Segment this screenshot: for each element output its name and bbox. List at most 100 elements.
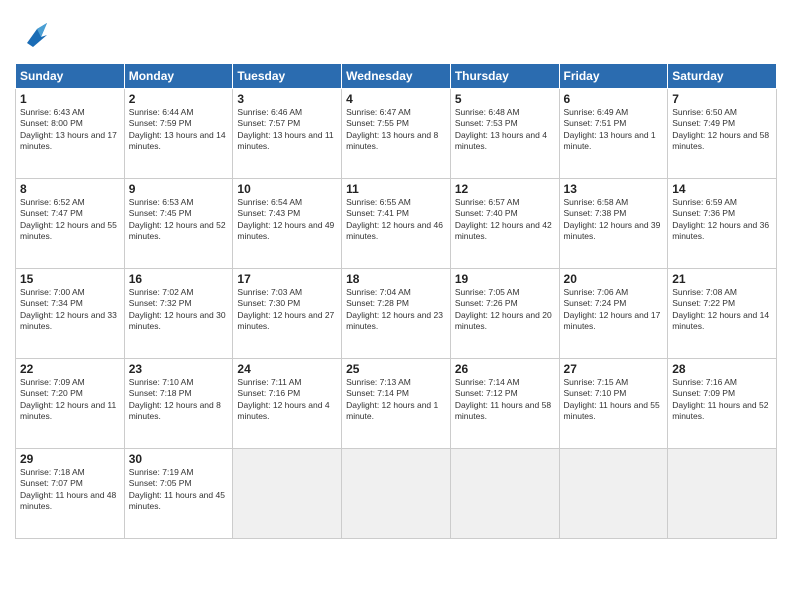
day-number: 24 [237, 362, 337, 376]
day-info: Sunrise: 7:09 AMSunset: 7:20 PMDaylight:… [20, 377, 120, 423]
logo [15, 15, 57, 53]
day-number: 11 [346, 182, 446, 196]
day-info: Sunrise: 7:15 AMSunset: 7:10 PMDaylight:… [564, 377, 664, 423]
calendar-week-3: 15 Sunrise: 7:00 AMSunset: 7:34 PMDaylig… [16, 269, 777, 359]
day-number: 30 [129, 452, 229, 466]
day-info: Sunrise: 7:08 AMSunset: 7:22 PMDaylight:… [672, 287, 772, 333]
calendar-cell [233, 449, 342, 539]
calendar-cell [450, 449, 559, 539]
day-info: Sunrise: 7:02 AMSunset: 7:32 PMDaylight:… [129, 287, 229, 333]
day-number: 17 [237, 272, 337, 286]
calendar-cell: 16 Sunrise: 7:02 AMSunset: 7:32 PMDaylig… [124, 269, 233, 359]
day-number: 15 [20, 272, 120, 286]
calendar-cell: 14 Sunrise: 6:59 AMSunset: 7:36 PMDaylig… [668, 179, 777, 269]
day-info: Sunrise: 6:54 AMSunset: 7:43 PMDaylight:… [237, 197, 337, 243]
calendar-header-row: SundayMondayTuesdayWednesdayThursdayFrid… [16, 64, 777, 89]
day-info: Sunrise: 7:05 AMSunset: 7:26 PMDaylight:… [455, 287, 555, 333]
calendar-cell: 4 Sunrise: 6:47 AMSunset: 7:55 PMDayligh… [342, 89, 451, 179]
day-number: 19 [455, 272, 555, 286]
calendar-header-friday: Friday [559, 64, 668, 89]
day-info: Sunrise: 7:13 AMSunset: 7:14 PMDaylight:… [346, 377, 446, 423]
calendar-cell: 26 Sunrise: 7:14 AMSunset: 7:12 PMDaylig… [450, 359, 559, 449]
day-info: Sunrise: 6:46 AMSunset: 7:57 PMDaylight:… [237, 107, 337, 153]
day-info: Sunrise: 6:58 AMSunset: 7:38 PMDaylight:… [564, 197, 664, 243]
calendar-header-tuesday: Tuesday [233, 64, 342, 89]
day-info: Sunrise: 7:04 AMSunset: 7:28 PMDaylight:… [346, 287, 446, 333]
calendar-week-1: 1 Sunrise: 6:43 AMSunset: 8:00 PMDayligh… [16, 89, 777, 179]
calendar-cell: 28 Sunrise: 7:16 AMSunset: 7:09 PMDaylig… [668, 359, 777, 449]
day-number: 2 [129, 92, 229, 106]
day-number: 16 [129, 272, 229, 286]
day-info: Sunrise: 6:59 AMSunset: 7:36 PMDaylight:… [672, 197, 772, 243]
day-number: 12 [455, 182, 555, 196]
calendar-cell: 10 Sunrise: 6:54 AMSunset: 7:43 PMDaylig… [233, 179, 342, 269]
day-info: Sunrise: 6:47 AMSunset: 7:55 PMDaylight:… [346, 107, 446, 153]
calendar-cell: 17 Sunrise: 7:03 AMSunset: 7:30 PMDaylig… [233, 269, 342, 359]
calendar-cell [342, 449, 451, 539]
day-number: 10 [237, 182, 337, 196]
day-info: Sunrise: 7:00 AMSunset: 7:34 PMDaylight:… [20, 287, 120, 333]
day-number: 1 [20, 92, 120, 106]
day-number: 5 [455, 92, 555, 106]
calendar-cell: 3 Sunrise: 6:46 AMSunset: 7:57 PMDayligh… [233, 89, 342, 179]
day-info: Sunrise: 7:14 AMSunset: 7:12 PMDaylight:… [455, 377, 555, 423]
page-header [15, 15, 777, 53]
day-number: 22 [20, 362, 120, 376]
day-number: 25 [346, 362, 446, 376]
day-info: Sunrise: 7:16 AMSunset: 7:09 PMDaylight:… [672, 377, 772, 423]
day-info: Sunrise: 6:53 AMSunset: 7:45 PMDaylight:… [129, 197, 229, 243]
calendar-cell: 25 Sunrise: 7:13 AMSunset: 7:14 PMDaylig… [342, 359, 451, 449]
day-number: 9 [129, 182, 229, 196]
day-number: 28 [672, 362, 772, 376]
day-info: Sunrise: 6:44 AMSunset: 7:59 PMDaylight:… [129, 107, 229, 153]
calendar-cell: 30 Sunrise: 7:19 AMSunset: 7:05 PMDaylig… [124, 449, 233, 539]
calendar-cell: 6 Sunrise: 6:49 AMSunset: 7:51 PMDayligh… [559, 89, 668, 179]
day-info: Sunrise: 6:52 AMSunset: 7:47 PMDaylight:… [20, 197, 120, 243]
day-info: Sunrise: 6:57 AMSunset: 7:40 PMDaylight:… [455, 197, 555, 243]
day-number: 21 [672, 272, 772, 286]
calendar-cell: 20 Sunrise: 7:06 AMSunset: 7:24 PMDaylig… [559, 269, 668, 359]
day-number: 29 [20, 452, 120, 466]
day-info: Sunrise: 6:50 AMSunset: 7:49 PMDaylight:… [672, 107, 772, 153]
calendar-cell: 15 Sunrise: 7:00 AMSunset: 7:34 PMDaylig… [16, 269, 125, 359]
day-number: 14 [672, 182, 772, 196]
calendar-week-2: 8 Sunrise: 6:52 AMSunset: 7:47 PMDayligh… [16, 179, 777, 269]
day-info: Sunrise: 7:06 AMSunset: 7:24 PMDaylight:… [564, 287, 664, 333]
day-number: 4 [346, 92, 446, 106]
calendar-cell: 8 Sunrise: 6:52 AMSunset: 7:47 PMDayligh… [16, 179, 125, 269]
calendar-header-thursday: Thursday [450, 64, 559, 89]
calendar-week-4: 22 Sunrise: 7:09 AMSunset: 7:20 PMDaylig… [16, 359, 777, 449]
day-info: Sunrise: 7:18 AMSunset: 7:07 PMDaylight:… [20, 467, 120, 513]
calendar-cell: 27 Sunrise: 7:15 AMSunset: 7:10 PMDaylig… [559, 359, 668, 449]
calendar-cell [559, 449, 668, 539]
day-info: Sunrise: 7:10 AMSunset: 7:18 PMDaylight:… [129, 377, 229, 423]
calendar-cell: 24 Sunrise: 7:11 AMSunset: 7:16 PMDaylig… [233, 359, 342, 449]
calendar-cell: 5 Sunrise: 6:48 AMSunset: 7:53 PMDayligh… [450, 89, 559, 179]
calendar-cell: 22 Sunrise: 7:09 AMSunset: 7:20 PMDaylig… [16, 359, 125, 449]
day-number: 26 [455, 362, 555, 376]
calendar-cell: 19 Sunrise: 7:05 AMSunset: 7:26 PMDaylig… [450, 269, 559, 359]
day-number: 13 [564, 182, 664, 196]
calendar-header-wednesday: Wednesday [342, 64, 451, 89]
calendar-week-5: 29 Sunrise: 7:18 AMSunset: 7:07 PMDaylig… [16, 449, 777, 539]
day-info: Sunrise: 7:11 AMSunset: 7:16 PMDaylight:… [237, 377, 337, 423]
day-info: Sunrise: 6:49 AMSunset: 7:51 PMDaylight:… [564, 107, 664, 153]
calendar-table: SundayMondayTuesdayWednesdayThursdayFrid… [15, 63, 777, 539]
day-number: 6 [564, 92, 664, 106]
day-info: Sunrise: 7:19 AMSunset: 7:05 PMDaylight:… [129, 467, 229, 513]
day-number: 20 [564, 272, 664, 286]
calendar-cell: 29 Sunrise: 7:18 AMSunset: 7:07 PMDaylig… [16, 449, 125, 539]
calendar-cell: 23 Sunrise: 7:10 AMSunset: 7:18 PMDaylig… [124, 359, 233, 449]
calendar-cell: 18 Sunrise: 7:04 AMSunset: 7:28 PMDaylig… [342, 269, 451, 359]
day-info: Sunrise: 6:43 AMSunset: 8:00 PMDaylight:… [20, 107, 120, 153]
calendar-header-sunday: Sunday [16, 64, 125, 89]
day-info: Sunrise: 6:48 AMSunset: 7:53 PMDaylight:… [455, 107, 555, 153]
calendar-cell: 9 Sunrise: 6:53 AMSunset: 7:45 PMDayligh… [124, 179, 233, 269]
day-info: Sunrise: 6:55 AMSunset: 7:41 PMDaylight:… [346, 197, 446, 243]
calendar-cell: 7 Sunrise: 6:50 AMSunset: 7:49 PMDayligh… [668, 89, 777, 179]
day-number: 23 [129, 362, 229, 376]
calendar-header-monday: Monday [124, 64, 233, 89]
day-number: 8 [20, 182, 120, 196]
calendar-cell [668, 449, 777, 539]
calendar-cell: 11 Sunrise: 6:55 AMSunset: 7:41 PMDaylig… [342, 179, 451, 269]
